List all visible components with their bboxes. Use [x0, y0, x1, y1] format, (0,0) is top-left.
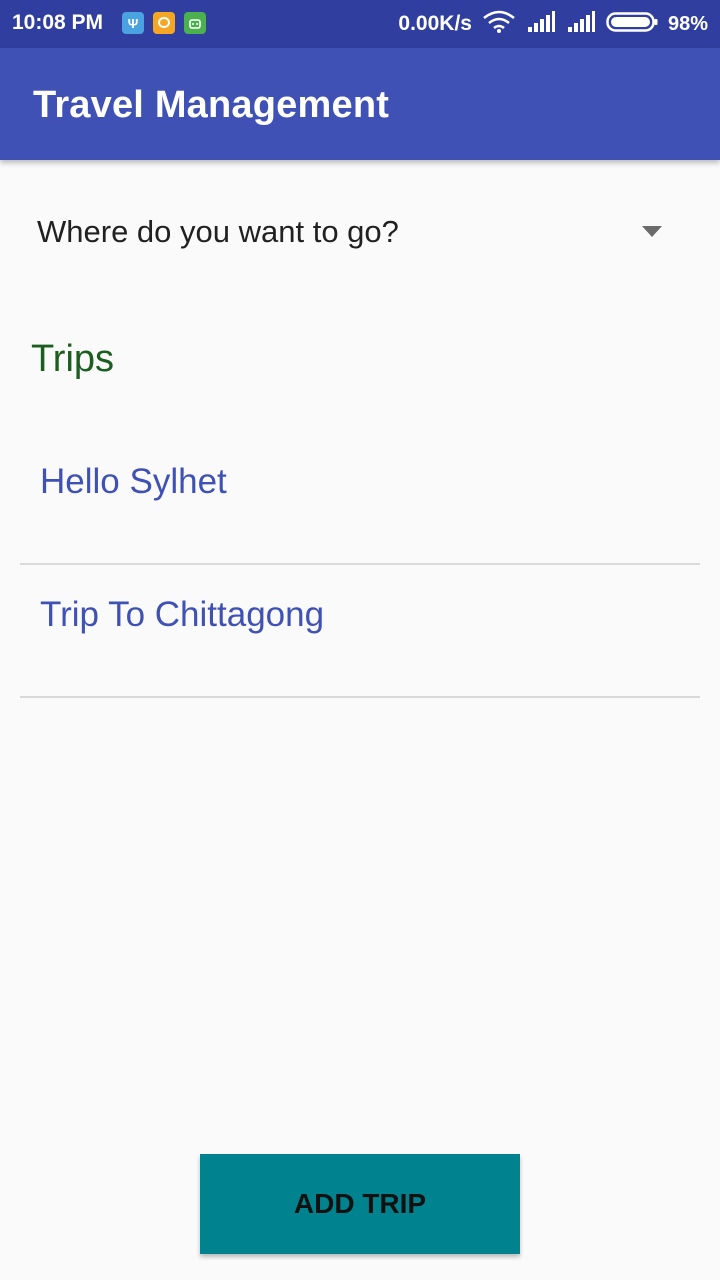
trip-item-label: Trip To Chittagong	[40, 595, 325, 634]
status-right: 0.00K/s 98%	[398, 0, 708, 48]
trip-item-label: Hello Sylhet	[40, 462, 227, 501]
android-notification-icon	[184, 12, 206, 34]
status-bar: 10:08 PM Ψ 0.00K/s 98%	[0, 0, 720, 48]
add-trip-button[interactable]: ADD TRIP	[200, 1154, 520, 1254]
battery-percent: 98%	[667, 12, 708, 35]
notification-icons: Ψ	[122, 12, 206, 34]
list-item[interactable]: Trip To Chittagong	[20, 565, 700, 698]
wifi-icon	[482, 10, 516, 39]
app-bar: Travel Management	[0, 48, 720, 160]
list-item[interactable]: Hello Sylhet	[20, 432, 700, 565]
app-title: Travel Management	[33, 84, 390, 126]
destination-spinner-text: Where do you want to go?	[37, 214, 399, 249]
network-speed: 0.00K/s	[398, 12, 472, 35]
signal-icon	[526, 10, 556, 38]
chat-notification-icon	[153, 12, 175, 34]
dropdown-arrow-icon	[642, 226, 662, 237]
battery-icon	[606, 11, 658, 38]
status-time: 10:08 PM	[12, 11, 104, 34]
usb-icon: Ψ	[122, 12, 144, 34]
trip-list: Hello Sylhet Trip To Chittagong	[20, 432, 700, 698]
trips-section-title: Trips	[31, 338, 115, 380]
destination-spinner[interactable]: Where do you want to go?	[20, 190, 700, 274]
signal-icon	[566, 10, 596, 38]
